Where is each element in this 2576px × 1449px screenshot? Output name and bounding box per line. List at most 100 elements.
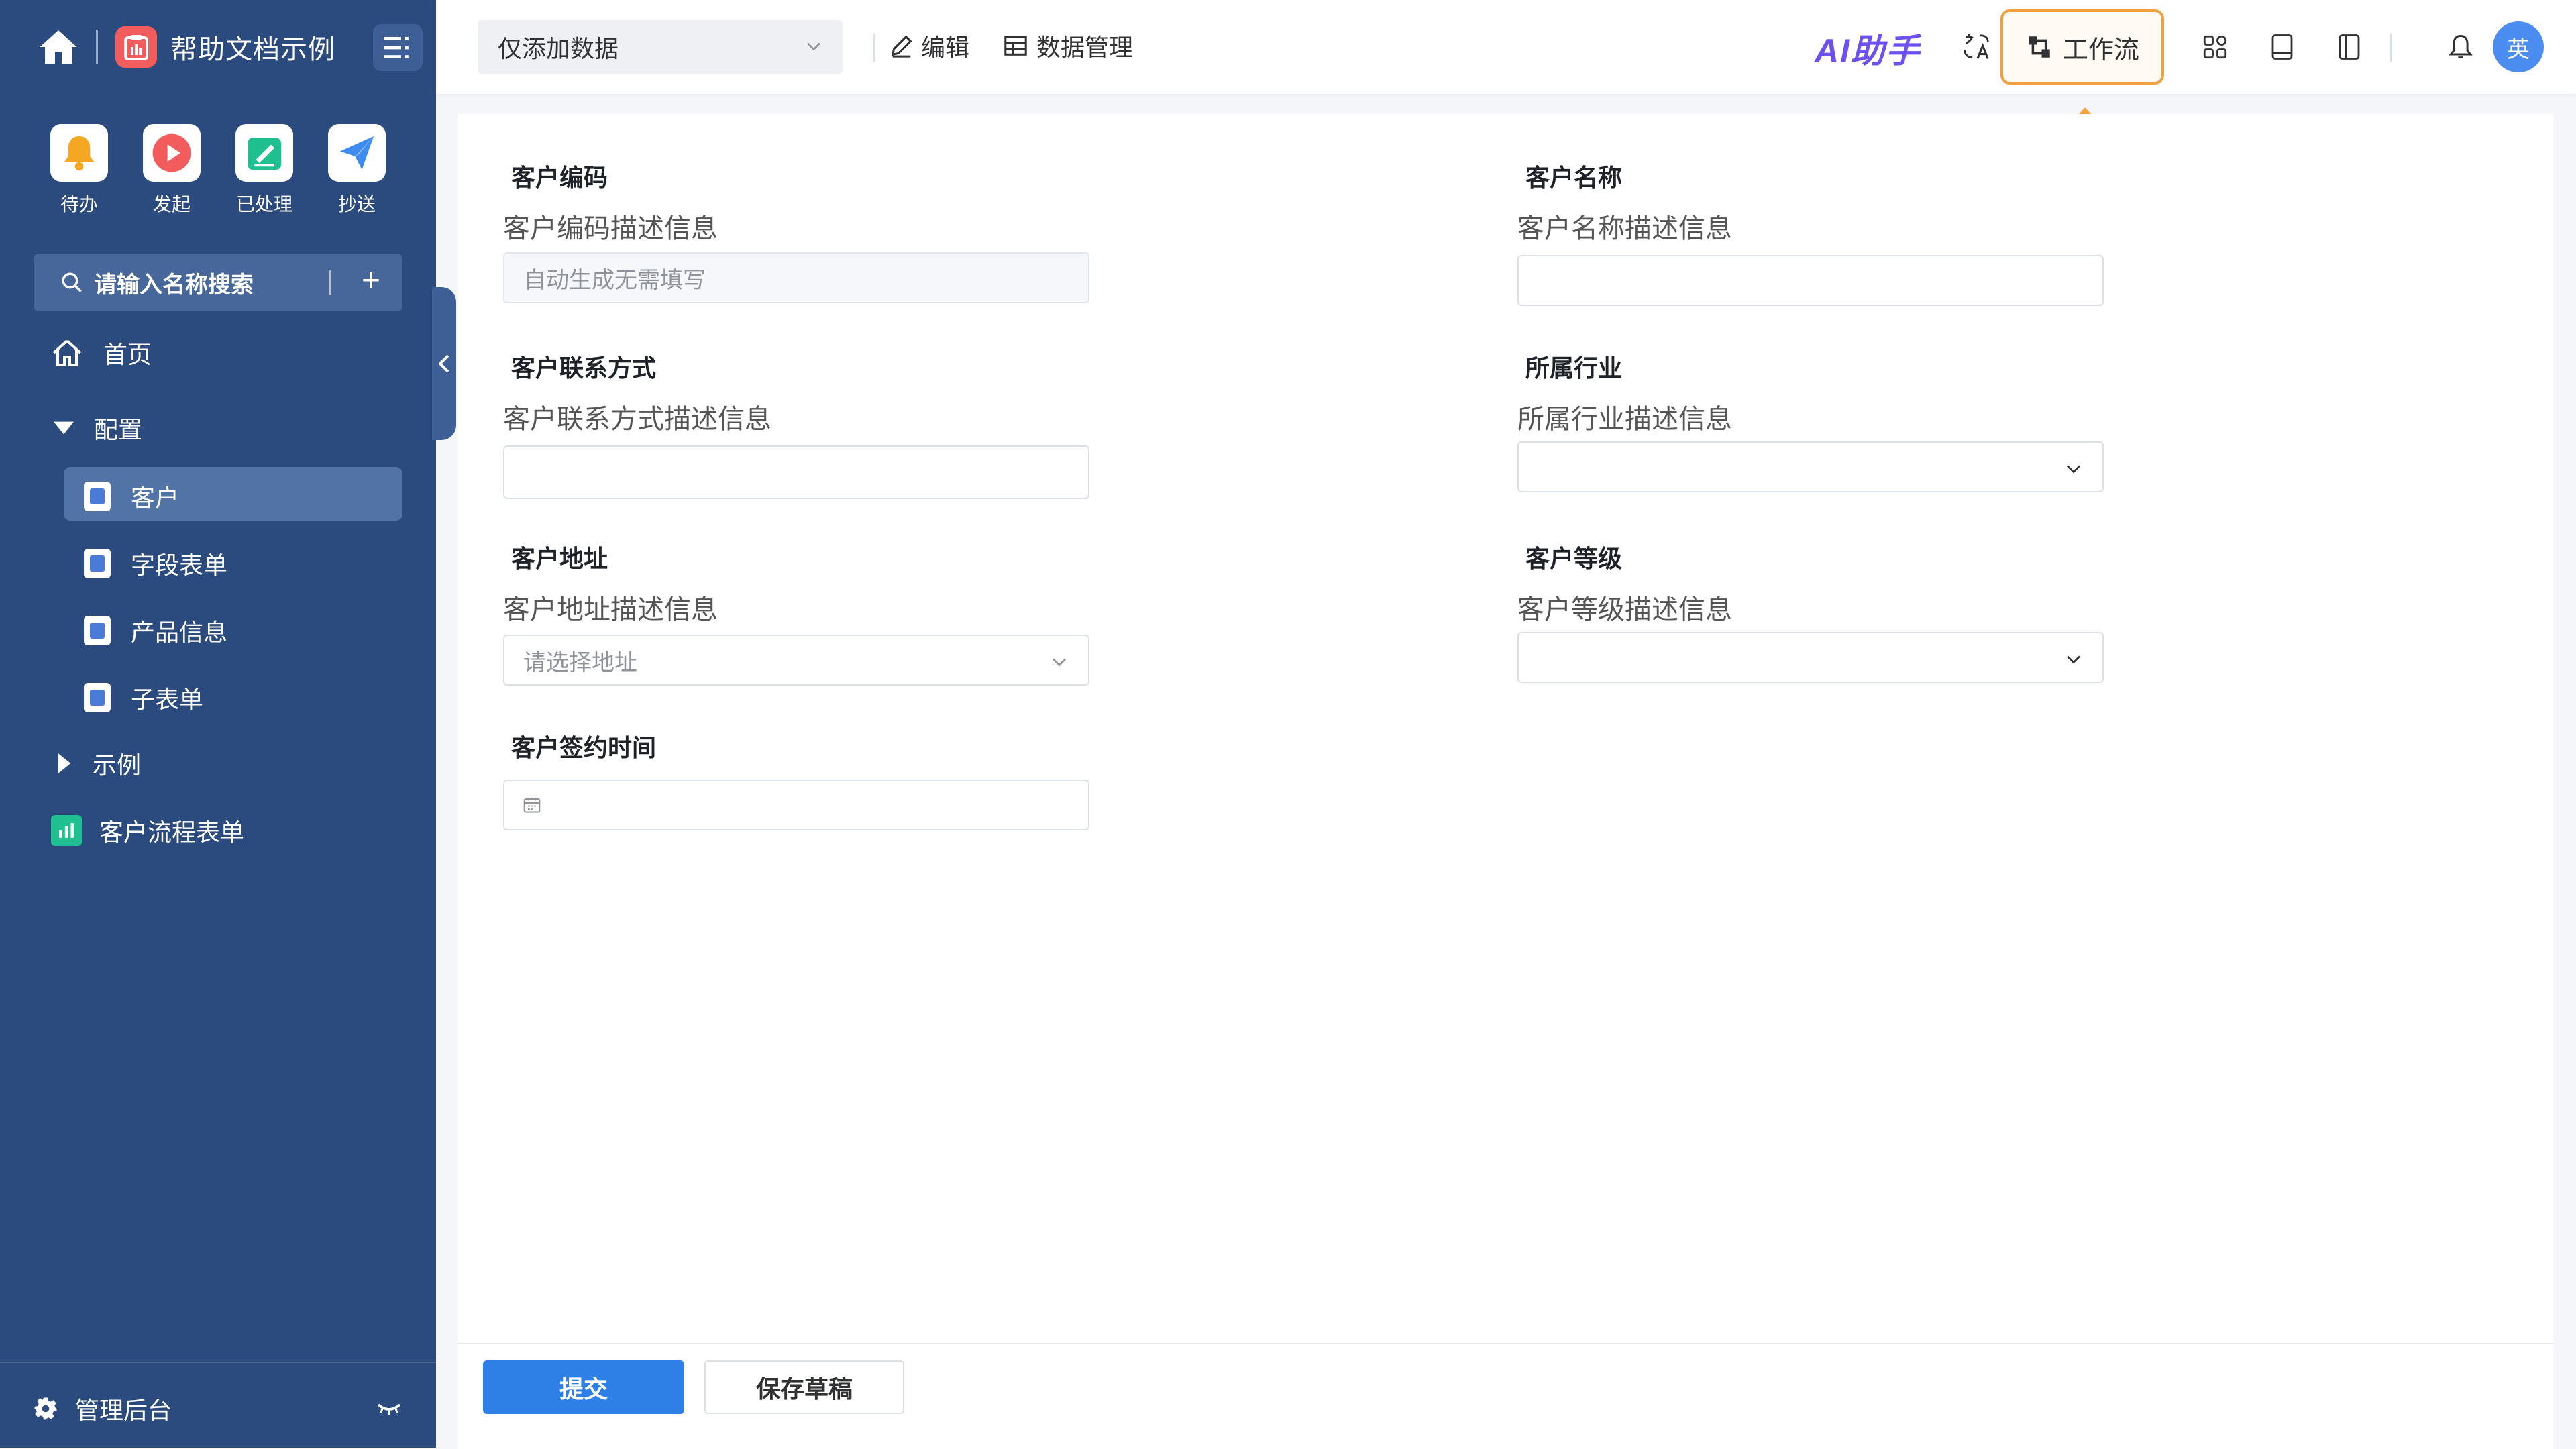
customer-name-input[interactable]	[1517, 255, 2104, 306]
field-description: 客户等级描述信息	[1517, 595, 1732, 625]
save-draft-button[interactable]: 保存草稿	[704, 1360, 904, 1414]
field-description: 客户联系方式描述信息	[503, 405, 771, 434]
app-title: 帮助文档示例	[170, 35, 335, 64]
header-divider	[873, 34, 875, 62]
gear-icon	[34, 1397, 57, 1420]
sidebar-item-label: 产品信息	[131, 619, 228, 646]
sidebar-collapse-handle[interactable]	[432, 287, 456, 440]
ai-assistant-button[interactable]: AI助手	[1815, 24, 1921, 72]
form-footer: 提交 保存草稿	[458, 1343, 2553, 1449]
header-divider	[2390, 34, 2392, 62]
industry-select[interactable]	[1517, 441, 2104, 492]
user-avatar[interactable]: 英	[2493, 21, 2544, 72]
input-placeholder: 请选择地址	[523, 649, 637, 676]
calendar-icon	[523, 797, 541, 813]
sidebar-group-example[interactable]: 示例	[58, 746, 141, 781]
search-input[interactable]: 请输入名称搜索	[94, 266, 254, 299]
workflow-button[interactable]: 工作流	[2000, 9, 2164, 85]
edit-button[interactable]: 编辑	[889, 28, 969, 63]
sidebar-item-label: 首页	[103, 341, 152, 368]
customer-code-input: 自动生成无需填写	[503, 252, 1089, 303]
sidebar: 帮助文档示例 待办 发起 已处理 抄送 请输入名称搜索 + 首页 配置 客户 字…	[0, 0, 436, 1448]
form-panel: 客户编码 客户编码描述信息 自动生成无需填写 客户名称 客户名称描述信息 客户联…	[458, 114, 2553, 1343]
chevron-down-icon	[807, 42, 820, 51]
data-manage-label: 数据管理	[1036, 34, 1134, 61]
bell-outline-icon[interactable]	[2443, 30, 2478, 64]
collapse-footer-icon[interactable]	[377, 1402, 401, 1419]
sidebar-group-config[interactable]: 配置	[54, 411, 142, 445]
sidebar-group-label: 示例	[93, 751, 142, 779]
field-label: 客户签约时间	[511, 734, 657, 761]
quick-action-label: 待办	[60, 194, 98, 215]
quick-action-label: 已处理	[235, 194, 292, 215]
quick-action-label: 抄送	[337, 194, 376, 215]
book-icon[interactable]	[2265, 30, 2300, 64]
home-outline-icon	[52, 339, 82, 366]
sidebar-item-label: 字段表单	[131, 551, 228, 579]
edit-check-icon	[235, 124, 293, 182]
field-description: 客户地址描述信息	[503, 595, 718, 625]
field-customer-contact: 客户联系方式 客户联系方式描述信息	[503, 349, 1089, 499]
customer-contact-input[interactable]	[503, 445, 1089, 499]
field-description: 客户编码描述信息	[503, 214, 718, 244]
document-icon	[84, 616, 111, 645]
top-header: 仅添加数据 编辑 数据管理 AI助手 工作流 英	[436, 0, 2576, 94]
sidebar-item-home[interactable]: 首页	[51, 335, 152, 370]
sidebar-search[interactable]: 请输入名称搜索 +	[34, 254, 402, 311]
sidebar-item-label: 客户	[131, 484, 180, 512]
field-description: 所属行业描述信息	[1517, 405, 1732, 434]
document-icon	[84, 549, 111, 578]
field-label: 客户联系方式	[511, 354, 657, 382]
field-description: 客户名称描述信息	[1517, 214, 1732, 244]
edit-label: 编辑	[921, 34, 970, 61]
chevron-left-icon	[439, 354, 449, 373]
view-mode-value: 仅添加数据	[498, 35, 619, 62]
sign-date-picker[interactable]	[503, 780, 1089, 830]
search-divider	[329, 270, 331, 295]
data-manage-button[interactable]: 数据管理	[1003, 28, 1133, 63]
document-icon	[84, 482, 111, 511]
play-icon	[143, 124, 201, 182]
submit-button[interactable]: 提交	[483, 1360, 684, 1414]
quick-action-label: 发起	[152, 194, 191, 215]
workflow-label: 工作流	[2062, 36, 2139, 64]
field-sign-date: 客户签约时间	[503, 729, 1089, 830]
add-icon[interactable]: +	[354, 265, 388, 299]
field-customer-name: 客户名称 客户名称描述信息	[1517, 158, 2104, 306]
input-placeholder: 自动生成无需填写	[523, 267, 706, 293]
field-customer-address: 客户地址 客户地址描述信息 请选择地址	[503, 539, 1089, 686]
sidebar-group-label: 配置	[94, 416, 143, 443]
sidebar-item-label: 子表单	[131, 686, 204, 713]
translate-icon[interactable]	[1959, 30, 1994, 64]
workflow-icon	[2029, 36, 2050, 58]
paper-plane-icon	[328, 124, 386, 182]
address-select[interactable]: 请选择地址	[503, 635, 1089, 686]
document-icon	[84, 683, 111, 712]
brand: 帮助文档示例	[37, 25, 335, 68]
sidebar-item-subform[interactable]: 子表单	[84, 680, 203, 715]
caret-down-icon	[54, 421, 74, 435]
quick-action-start[interactable]: 发起	[135, 124, 209, 217]
notebook-icon[interactable]	[2332, 30, 2367, 64]
view-mode-select[interactable]: 仅添加数据	[478, 20, 843, 74]
sidebar-item-field-form[interactable]: 字段表单	[84, 546, 227, 581]
app-logo-icon	[115, 26, 157, 68]
home-icon[interactable]	[37, 25, 80, 68]
quick-action-cc[interactable]: 抄送	[320, 124, 394, 217]
menu-toggle-button[interactable]	[373, 24, 423, 71]
admin-backend-link[interactable]: 管理后台	[34, 1391, 172, 1426]
quick-action-todo[interactable]: 待办	[42, 124, 116, 217]
apps-grid-icon[interactable]	[2198, 30, 2233, 64]
field-label: 客户等级	[1525, 545, 1623, 572]
sidebar-item-flow-form[interactable]: 客户流程表单	[51, 813, 244, 848]
quick-action-processed[interactable]: 已处理	[227, 124, 301, 217]
chevron-down-icon	[1053, 658, 1066, 667]
sidebar-item-customer[interactable]: 客户	[84, 479, 179, 514]
field-label: 客户名称	[1525, 164, 1623, 191]
chevron-down-icon	[2067, 655, 2080, 664]
sidebar-item-product-info[interactable]: 产品信息	[84, 613, 227, 648]
customer-level-select[interactable]	[1517, 632, 2104, 683]
brand-divider	[96, 30, 98, 64]
chart-form-icon	[51, 815, 82, 846]
field-customer-level: 客户等级 客户等级描述信息	[1517, 539, 2104, 683]
